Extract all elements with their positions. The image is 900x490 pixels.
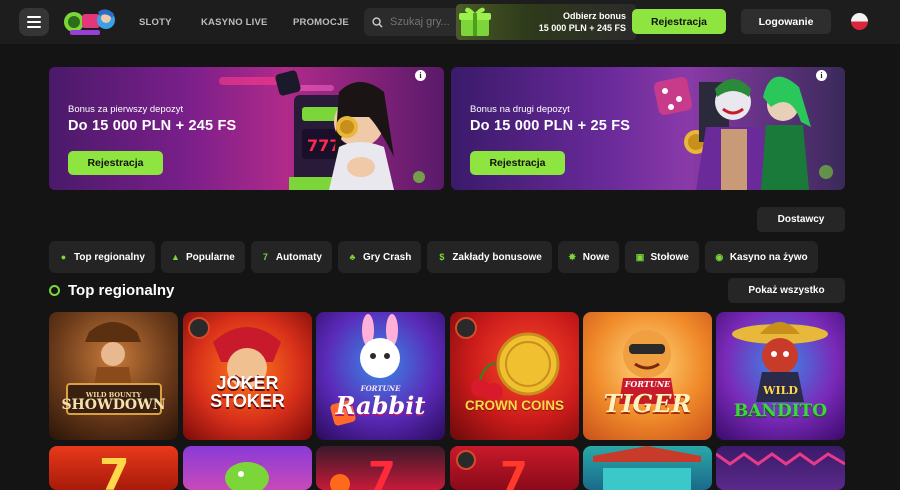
game-subtitle: FORTUNE: [624, 379, 671, 389]
game-tile[interactable]: 7: [49, 446, 178, 490]
chip-live-casino[interactable]: ◉ Kasyno na żywo: [704, 241, 818, 273]
banner-subtitle: Bonus za pierwszy depozyt: [68, 104, 184, 115]
game-tile-crown-coins[interactable]: CROWN COINS: [450, 312, 579, 440]
providers-button[interactable]: Dostawcy: [757, 207, 845, 232]
chip-new[interactable]: ✸ Nowe: [557, 241, 620, 273]
game-title: Rabbit: [335, 391, 426, 420]
game-tile-fortune-tiger[interactable]: FORTUNE TIGER: [583, 312, 712, 440]
svg-text:7: 7: [500, 454, 528, 490]
chip-slots[interactable]: 7 Automaty: [250, 241, 332, 273]
hamburger-line: [27, 16, 41, 18]
banner-headline: Do 15 000 PLN + 25 FS: [470, 118, 631, 134]
game-art: [455, 317, 560, 401]
seven-icon: 7: [262, 251, 268, 262]
game-tile[interactable]: 7: [316, 446, 445, 490]
chip-label: Stołowe: [650, 251, 689, 263]
game-art: [716, 452, 845, 466]
chip-label: Popularne: [185, 251, 235, 263]
game-art: 7: [99, 450, 130, 490]
globe-icon: [49, 285, 60, 296]
first-deposit-banner[interactable]: 777 Bonus za pierwszy depozyt Do 15 000 …: [49, 67, 444, 190]
search-box[interactable]: [364, 8, 464, 36]
menu-button[interactable]: [19, 8, 49, 36]
crash-icon: ♣: [349, 251, 356, 262]
game-art: 7: [330, 454, 396, 490]
game-tile-wild-bandito[interactable]: WILD BANDITO: [716, 312, 845, 440]
gift-icon: [459, 7, 491, 36]
banner-register-button[interactable]: Rejestracja: [68, 151, 163, 175]
cards-icon: ▣: [635, 251, 645, 262]
game-title: BANDITO: [733, 401, 828, 421]
search-icon: [372, 16, 383, 28]
flame-icon: ▲: [170, 251, 180, 262]
game-art: [619, 330, 675, 404]
register-button[interactable]: Rejestracja: [632, 9, 726, 34]
chip-label: Top regionalny: [74, 251, 145, 263]
section-header: Top regionalny: [49, 282, 174, 299]
chip-label: Automaty: [275, 251, 322, 263]
star-icon: ✸: [568, 251, 577, 262]
language-flag-icon[interactable]: [851, 13, 868, 30]
nav-slots[interactable]: SLOTY: [139, 0, 172, 44]
site-logo[interactable]: [62, 6, 118, 38]
game-art: [330, 314, 400, 426]
info-icon[interactable]: i: [816, 70, 827, 81]
nav-promotions[interactable]: PROMOCJE: [293, 0, 349, 44]
globe-icon: ●: [60, 251, 67, 262]
game-tile-showdown[interactable]: WILD BOUNTY SHOWDOWN: [49, 312, 178, 440]
live-icon: ◉: [715, 251, 724, 262]
hamburger-line: [27, 26, 41, 28]
nav-live-casino[interactable]: KASYNO LIVE: [201, 0, 268, 44]
game-title: JOKER STOKER: [210, 373, 285, 411]
game-tile[interactable]: [183, 446, 312, 490]
game-title: CROWN COINS: [465, 397, 564, 413]
game-art: [66, 322, 162, 415]
game-tile-fortune-rabbit[interactable]: FORTUNE Rabbit: [316, 312, 445, 440]
bonus-line-2: 15 000 PLN + 245 FS: [538, 23, 626, 33]
category-chips: ● Top regionalny ▲ Popularne 7 Automaty …: [49, 241, 818, 273]
chip-top-regional[interactable]: ● Top regionalny: [49, 241, 155, 273]
chip-table-games[interactable]: ▣ Stołowe: [625, 241, 699, 273]
svg-text:7: 7: [99, 450, 130, 490]
chip-label: Gry Crash: [362, 251, 412, 263]
game-title: SHOWDOWN: [61, 397, 166, 413]
info-icon[interactable]: i: [415, 70, 426, 81]
top-bar: SLOTY KASYNO LIVE PROMOCJE Odbierz bonus…: [0, 0, 900, 44]
game-tile[interactable]: 7: [450, 446, 579, 490]
game-art: [593, 446, 701, 490]
login-button[interactable]: Logowanie: [741, 9, 831, 34]
chip-bonus-bets[interactable]: $ Zakłady bonusowe: [427, 241, 552, 273]
section-title: Top regionalny: [68, 282, 175, 299]
svg-text:7: 7: [368, 454, 396, 490]
second-deposit-banner[interactable]: Bonus na drugi depozyt Do 15 000 PLN + 2…: [451, 67, 845, 190]
bonus-line-1: Odbierz bonus: [563, 11, 626, 21]
show-all-button[interactable]: Pokaż wszystko: [728, 278, 845, 303]
game-tile-joker-stoker[interactable]: JOKER STOKER: [183, 312, 312, 440]
search-input[interactable]: [390, 16, 460, 28]
game-art: 7: [456, 450, 528, 490]
banner-subtitle: Bonus na drugi depozyt: [470, 104, 570, 115]
chip-crash-games[interactable]: ♣ Gry Crash: [337, 241, 422, 273]
chip-popular[interactable]: ▲ Popularne: [160, 241, 245, 273]
game-subtitle: WILD: [763, 384, 798, 397]
banner-headline: Do 15 000 PLN + 245 FS: [68, 118, 237, 134]
coin-icon: $: [439, 251, 445, 262]
banner-register-button[interactable]: Rejestracja: [470, 151, 565, 175]
game-tile[interactable]: [716, 446, 845, 490]
chip-label: Kasyno na żywo: [729, 251, 808, 263]
game-art: [225, 462, 269, 490]
bonus-text[interactable]: Odbierz bonus 15 000 PLN + 245 FS: [520, 10, 626, 34]
chip-label: Zakłady bonusowe: [452, 251, 542, 263]
hamburger-line: [27, 21, 41, 23]
chip-label: Nowe: [582, 251, 610, 263]
game-title: TIGER: [603, 389, 692, 418]
game-tile[interactable]: [583, 446, 712, 490]
